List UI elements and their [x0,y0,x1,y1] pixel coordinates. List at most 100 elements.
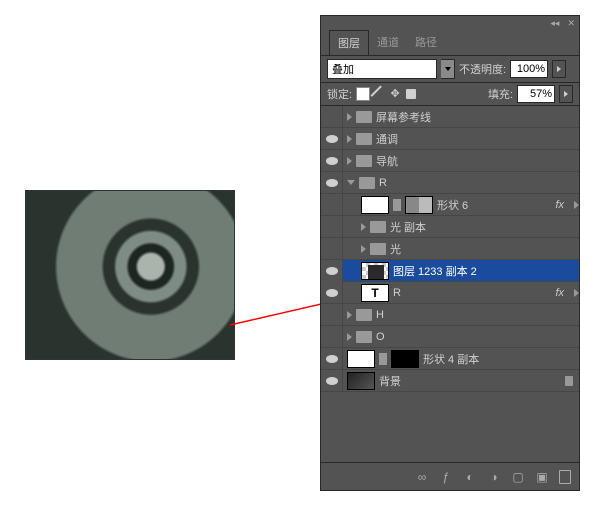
fill-field[interactable]: 57% [517,85,555,103]
layer-list: 屏幕参考线 通调 导航 R 形状 6fx 光 副本 光 图层 1 [321,106,579,462]
layer-name[interactable]: R [379,177,387,189]
blend-mode-select[interactable]: 叠加 [327,59,437,79]
opacity-field[interactable]: 100% [510,60,548,78]
layer-row[interactable]: 屏幕参考线 [321,106,579,128]
fx-disclosure-icon[interactable] [574,289,579,297]
layer-thumbnail [361,196,389,214]
disclosure-icon[interactable] [347,157,352,165]
new-layer-icon[interactable]: ▣ [535,470,549,484]
visibility-toggle[interactable] [321,326,343,348]
folder-icon [356,331,372,343]
fx-badge[interactable]: fx [555,199,570,211]
layer-name[interactable]: 光 [390,241,401,257]
mask-thumbnail [391,350,419,368]
folder-icon [370,221,386,233]
blend-mode-arrow[interactable] [441,59,455,79]
lock-pixels-icon[interactable] [371,86,388,103]
folder-icon [359,177,375,189]
layer-row[interactable]: H [321,304,579,326]
preview-image [25,190,235,360]
layer-row[interactable]: R [321,172,579,194]
fx-badge[interactable]: fx [555,287,570,299]
disclosure-icon[interactable] [347,311,352,319]
layer-thumbnail [347,350,375,368]
lock-transparency-icon[interactable] [356,87,370,101]
layer-thumbnail [361,262,389,280]
link-icon [393,199,401,211]
layer-name[interactable]: 图层 1233 副本 2 [393,263,477,279]
lock-row: 锁定: ✥ 填充: 57% [321,82,579,106]
layer-row[interactable]: 光 副本 [321,216,579,238]
disclosure-icon[interactable] [361,223,366,231]
eye-icon [326,289,338,297]
layer-name[interactable]: O [376,331,385,343]
layer-name[interactable]: R [393,287,401,299]
eye-icon [326,267,338,275]
blend-row: 叠加 不透明度: 100% [321,56,579,82]
disclosure-icon[interactable] [361,245,366,253]
layer-row[interactable]: 形状 6 fx [321,194,579,216]
visibility-toggle[interactable] [321,348,343,370]
fx-disclosure-icon[interactable] [574,201,579,209]
visibility-toggle[interactable] [321,194,343,216]
delete-layer-icon[interactable] [559,470,571,484]
disclosure-icon[interactable] [347,180,355,185]
layer-name[interactable]: 形状 6 [437,197,468,213]
visibility-toggle[interactable] [321,150,343,172]
layer-name[interactable]: 形状 4 副本 [423,351,479,367]
eye-icon [326,355,338,363]
mask-thumbnail [405,196,433,214]
layer-name[interactable]: 背景 [379,373,401,389]
collapse-icon[interactable]: ◂◂ [550,18,559,29]
tab-layers[interactable]: 图层 [329,30,369,55]
layer-row[interactable]: O [321,326,579,348]
visibility-toggle[interactable] [321,238,343,260]
disclosure-icon[interactable] [347,135,352,143]
lock-all-icon[interactable] [406,89,416,99]
opacity-label: 不透明度: [459,61,506,77]
layer-style-icon[interactable]: ƒ [439,470,453,484]
fill-flyout[interactable] [559,85,573,103]
layer-name[interactable]: 导航 [376,153,398,169]
layers-panel: ◂◂ ✕ 图层 通道 路径 叠加 不透明度: 100% 锁定: ✥ 填充: 57… [320,15,580,491]
layer-row[interactable]: 光 [321,238,579,260]
layer-name[interactable]: 光 副本 [390,219,426,235]
tab-channels[interactable]: 通道 [369,30,407,55]
folder-icon [356,155,372,167]
layer-row[interactable]: 形状 4 副本 [321,348,579,370]
visibility-toggle[interactable] [321,370,343,392]
visibility-toggle[interactable] [321,128,343,150]
link-layers-icon[interactable]: ∞ [415,470,429,484]
layer-row[interactable]: 背景 [321,370,579,392]
layer-name[interactable]: H [376,309,384,321]
layer-row[interactable]: 通调 [321,128,579,150]
lock-position-icon[interactable]: ✥ [388,87,402,101]
layer-row[interactable]: 导航 [321,150,579,172]
fill-label: 填充: [488,86,513,102]
eye-icon [326,377,338,385]
new-group-icon[interactable]: ▢ [511,470,525,484]
layer-name[interactable]: 通调 [376,131,398,147]
close-icon[interactable]: ✕ [567,18,575,29]
visibility-toggle[interactable] [321,304,343,326]
folder-icon [356,111,372,123]
lock-label: 锁定: [327,86,352,102]
visibility-toggle[interactable] [321,216,343,238]
visibility-toggle[interactable] [321,282,343,304]
disclosure-icon[interactable] [347,333,352,341]
visibility-toggle[interactable] [321,172,343,194]
folder-icon [370,243,386,255]
layer-mask-icon[interactable]: ◐ [463,470,477,484]
layer-name[interactable]: 屏幕参考线 [376,109,431,125]
layer-row[interactable]: 图层 1233 副本 2 [321,260,579,282]
layer-row[interactable]: TRfx [321,282,579,304]
visibility-toggle[interactable] [321,260,343,282]
tab-paths[interactable]: 路径 [407,30,445,55]
disclosure-icon[interactable] [347,113,352,121]
opacity-flyout[interactable] [552,60,566,78]
eye-icon [326,179,338,187]
adjustment-layer-icon[interactable]: ◑ [487,470,501,484]
layer-thumbnail [347,372,375,390]
folder-icon [356,133,372,145]
visibility-toggle[interactable] [321,106,343,128]
